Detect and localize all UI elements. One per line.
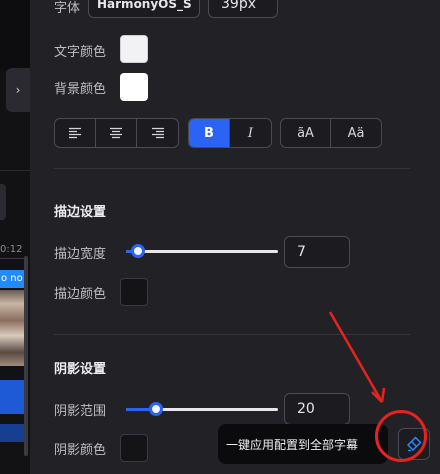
shadow-color-swatch[interactable] [120, 434, 148, 462]
shadow-range-row: 阴影范围 [54, 395, 106, 423]
stroke-color-label: 描边颜色 [54, 286, 107, 302]
text-color-label: 文字颜色 [54, 44, 107, 60]
preview-area [0, 0, 30, 70]
align-right-icon [151, 127, 164, 139]
divider [54, 168, 410, 169]
stroke-color-row: 描边颜色 [54, 278, 106, 306]
stroke-section-title: 描边设置 [54, 205, 107, 220]
divider [0, 170, 30, 171]
align-left-icon [69, 127, 81, 139]
tooltip-text: 一键应用配置到全部字幕 [226, 437, 359, 452]
apply-all-tooltip: 一键应用配置到全部字幕 [218, 424, 388, 464]
paint-brush-icon [407, 436, 422, 452]
stroke-width-slider[interactable] [126, 244, 278, 258]
audio-clip[interactable] [0, 424, 24, 442]
shadow-range-input[interactable]: 20 [284, 393, 350, 425]
bg-color-swatch[interactable] [120, 73, 148, 101]
font-size-input[interactable]: 39px [208, 0, 278, 18]
align-left-button[interactable] [55, 119, 96, 147]
font-style-group: B I [188, 118, 272, 148]
timeline-strip: › 0:12 o no [0, 0, 30, 474]
toolbar-button[interactable] [0, 184, 6, 220]
bg-color-label: 背景颜色 [54, 81, 107, 97]
audio-clip[interactable] [0, 380, 24, 414]
timecode: 0:12 [0, 244, 23, 255]
timeline-scrollbar[interactable] [24, 256, 28, 456]
case-option-button[interactable]: ãA [281, 119, 331, 147]
bold-button[interactable]: B [189, 119, 230, 147]
stroke-width-input[interactable]: 7 [284, 236, 350, 268]
font-row: 字体 [54, 0, 80, 20]
case-group: ãA Aä [280, 118, 382, 148]
case-option-button[interactable]: Aä [331, 119, 381, 147]
bg-color-row: 背景颜色 [54, 73, 106, 101]
subtitle-style-panel: 字体 HarmonyOS_S 39px 文字颜色 背景颜色 B I ãA Aä [30, 0, 440, 474]
italic-button[interactable]: I [230, 119, 271, 147]
shadow-range-slider[interactable] [126, 402, 278, 416]
stroke-width-label: 描边宽度 [54, 246, 107, 262]
video-clip-thumbnail[interactable] [0, 290, 24, 366]
slider-handle[interactable] [131, 244, 145, 258]
timeline-ruler [0, 258, 24, 259]
stroke-width-row: 描边宽度 [54, 238, 106, 266]
alignment-group [54, 118, 179, 148]
subtitle-clip[interactable]: o no [0, 270, 24, 288]
shadow-range-label: 阴影范围 [54, 403, 107, 419]
align-right-button[interactable] [137, 119, 178, 147]
shadow-color-label: 阴影颜色 [54, 442, 107, 458]
collapse-panel-button[interactable]: › [6, 68, 30, 112]
shadow-range-value: 20 [297, 401, 315, 417]
stroke-width-value: 7 [297, 244, 306, 260]
align-center-icon [110, 127, 122, 139]
chevron-right-icon: › [15, 83, 21, 97]
divider [54, 334, 410, 335]
font-family-value: HarmonyOS_S [97, 0, 192, 11]
stroke-color-swatch[interactable] [120, 278, 148, 306]
shadow-section-title: 阴影设置 [54, 362, 107, 377]
font-label: 字体 [54, 0, 81, 16]
text-color-swatch[interactable] [120, 35, 148, 63]
font-family-select[interactable]: HarmonyOS_S [88, 0, 200, 18]
text-color-row: 文字颜色 [54, 36, 106, 64]
shadow-color-row: 阴影颜色 [54, 434, 106, 462]
slider-track [126, 250, 278, 253]
apply-to-all-button[interactable] [398, 428, 430, 460]
slider-handle[interactable] [149, 402, 163, 416]
align-center-button[interactable] [96, 119, 137, 147]
font-size-value: 39px [221, 0, 256, 12]
